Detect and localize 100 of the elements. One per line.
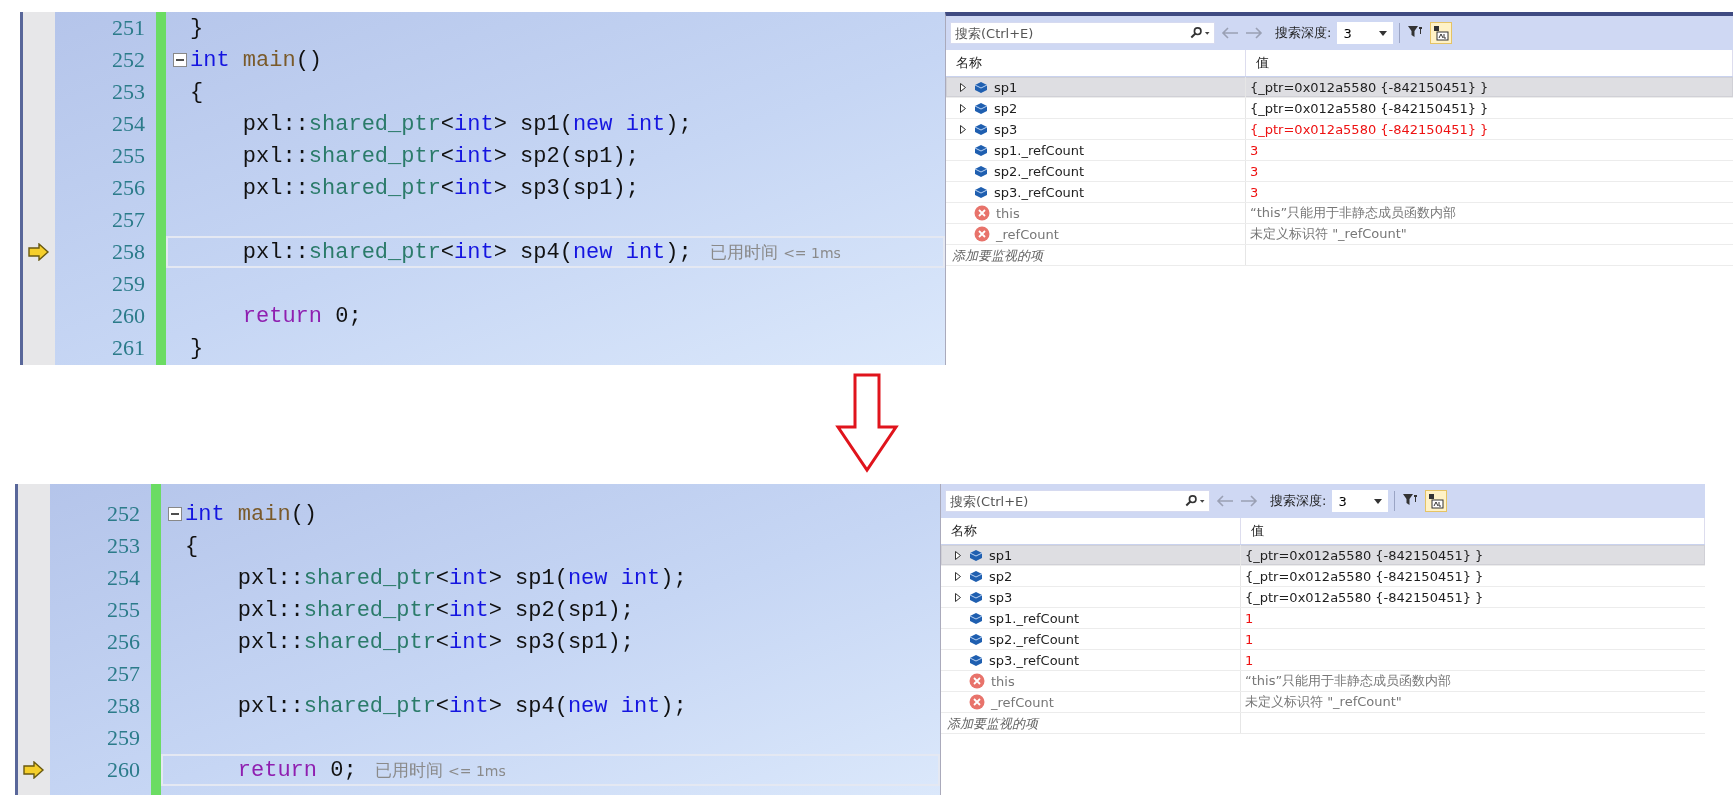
- variable-value: 1: [1245, 610, 1254, 626]
- line-number: 261: [112, 334, 145, 362]
- watch-row[interactable]: sp1._refCount 1: [941, 608, 1705, 629]
- line-number: 253: [112, 78, 145, 106]
- variable-icon: [969, 569, 983, 583]
- watch-row[interactable]: sp1 {_ptr=0x012a5580 {-842150451} }: [941, 545, 1705, 566]
- variable-value: 未定义标识符 "_refCount": [1250, 225, 1407, 243]
- line-number: 257: [107, 660, 140, 688]
- watch-row[interactable]: sp1 {_ptr=0x012a5580 {-842150451} }: [946, 77, 1733, 98]
- line-number: 260: [107, 756, 140, 784]
- variable-icon: [969, 548, 983, 562]
- line-number: 256: [112, 174, 145, 202]
- depth-dropdown[interactable]: 3: [1332, 490, 1389, 512]
- error-icon: [974, 205, 990, 221]
- variable-name: sp2: [994, 100, 1018, 116]
- variable-value: 3: [1250, 163, 1259, 179]
- expand-icon[interactable]: [955, 571, 961, 581]
- variable-value: {_ptr=0x012a5580 {-842150451} }: [1250, 100, 1489, 116]
- variable-name: this: [991, 673, 1015, 689]
- code-line: pxl::shared_ptr<int> sp4(new int);: [241, 239, 692, 265]
- watch-row[interactable]: sp2 {_ptr=0x012a5580 {-842150451} }: [941, 566, 1705, 587]
- watch-row[interactable]: _refCount 未定义标识符 "_refCount": [946, 224, 1733, 245]
- line-number: 255: [107, 596, 140, 624]
- expand-icon[interactable]: [960, 82, 966, 92]
- variable-name: sp1._refCount: [989, 610, 1080, 626]
- caret-icon: [1379, 30, 1388, 36]
- expand-icon[interactable]: [955, 550, 961, 560]
- watch-row[interactable]: sp1._refCount 3: [946, 140, 1733, 161]
- line-number: 258: [112, 238, 145, 266]
- code-line: pxl::shared_ptr<int> sp4(new int);: [236, 693, 687, 719]
- raw-format-toggle[interactable]: [1425, 490, 1448, 512]
- line-number: 253: [107, 532, 140, 560]
- code-line: {: [190, 79, 204, 105]
- code-line: pxl::shared_ptr<int> sp1(new int);: [236, 565, 687, 591]
- line-number: 256: [107, 628, 140, 656]
- elapsed-time-hint: 已用时间 <= 1ms: [374, 758, 506, 782]
- variable-icon: [969, 611, 983, 625]
- code-line: return 0;: [236, 757, 357, 783]
- variable-name: sp3._refCount: [994, 184, 1085, 200]
- line-number: 251: [112, 14, 145, 42]
- variable-name: sp2._refCount: [994, 163, 1085, 179]
- variable-value: {_ptr=0x012a5580 {-842150451} }: [1250, 79, 1489, 95]
- variable-icon: [969, 590, 983, 604]
- watch-row[interactable]: this “this”只能用于非静态成员函数内部: [946, 203, 1733, 224]
- expand-icon[interactable]: [960, 124, 966, 134]
- expand-icon[interactable]: [960, 103, 966, 113]
- caret-icon: [1374, 498, 1383, 504]
- depth-dropdown[interactable]: 3: [1337, 22, 1394, 44]
- error-icon: [969, 673, 985, 689]
- watch-row[interactable]: sp2 {_ptr=0x012a5580 {-842150451} }: [946, 98, 1733, 119]
- variable-name: sp1: [994, 79, 1018, 95]
- breakpoint-margin[interactable]: [15, 484, 50, 795]
- variable-name: _refCount: [996, 226, 1059, 242]
- line-number: 254: [107, 564, 140, 592]
- variable-name: sp3._refCount: [989, 652, 1080, 668]
- raw-format-toggle[interactable]: [1430, 22, 1453, 44]
- variable-icon: [974, 122, 988, 136]
- column-header[interactable]: 名称: [946, 50, 1246, 76]
- elapsed-time-hint: 已用时间 <= 1ms: [709, 240, 841, 264]
- line-number: 258: [107, 692, 140, 720]
- column-header[interactable]: 值: [1246, 50, 1733, 76]
- watch-row[interactable]: this “this”只能用于非静态成员函数内部: [941, 671, 1705, 692]
- variable-icon: [974, 164, 988, 178]
- line-number: 255: [112, 142, 145, 170]
- column-header[interactable]: 值: [1241, 518, 1705, 544]
- variable-value: “this”只能用于非静态成员函数内部: [1245, 672, 1452, 690]
- code-line: {: [185, 533, 199, 559]
- collapse-icon[interactable]: [168, 507, 182, 521]
- code-line: pxl::shared_ptr<int> sp1(new int);: [241, 111, 692, 137]
- error-icon: [969, 694, 985, 710]
- collapse-icon[interactable]: [173, 53, 187, 67]
- expand-icon[interactable]: [955, 592, 961, 602]
- variable-icon: [969, 632, 983, 646]
- code-line: }: [190, 15, 204, 41]
- watch-row[interactable]: sp3 {_ptr=0x012a5580 {-842150451} }: [946, 119, 1733, 140]
- watch-row[interactable]: sp3._refCount 1: [941, 650, 1705, 671]
- variable-value: {_ptr=0x012a5580 {-842150451} }: [1245, 589, 1484, 605]
- column-header[interactable]: 名称: [941, 518, 1241, 544]
- variable-name: _refCount: [991, 694, 1054, 710]
- code-line: pxl::shared_ptr<int> sp2(sp1);: [241, 143, 639, 169]
- variable-value: 3: [1250, 142, 1259, 158]
- variable-icon: [974, 80, 988, 94]
- variable-icon: [969, 653, 983, 667]
- add-watch-field[interactable]: 添加要监视的项: [941, 713, 1241, 733]
- breakpoint-margin[interactable]: [20, 12, 55, 365]
- add-watch-field[interactable]: 添加要监视的项: [946, 245, 1246, 265]
- watch-row[interactable]: sp3 {_ptr=0x012a5580 {-842150451} }: [941, 587, 1705, 608]
- watch-row[interactable]: sp2._refCount 1: [941, 629, 1705, 650]
- watch-row[interactable]: _refCount 未定义标识符 "_refCount": [941, 692, 1705, 713]
- watch-row[interactable]: sp3._refCount 3: [946, 182, 1733, 203]
- variable-icon: [974, 101, 988, 115]
- line-number: 252: [107, 500, 140, 528]
- variable-value: 未定义标识符 "_refCount": [1245, 693, 1402, 711]
- watch-row[interactable]: sp2._refCount 3: [946, 161, 1733, 182]
- variable-value: 1: [1245, 631, 1254, 647]
- variable-name: sp3: [989, 589, 1013, 605]
- variable-value: 1: [1245, 652, 1254, 668]
- variable-name: sp3: [994, 121, 1018, 137]
- code-line: }: [190, 335, 204, 361]
- variable-name: sp1: [989, 547, 1013, 563]
